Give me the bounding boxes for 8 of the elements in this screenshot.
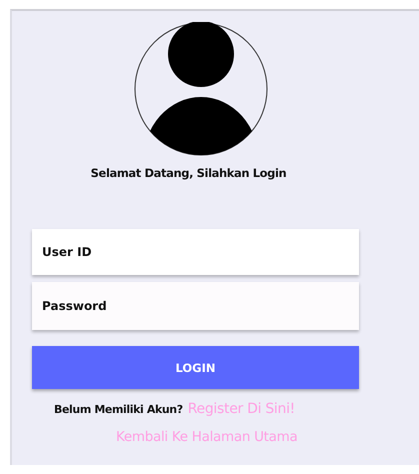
- password-field[interactable]: Password: [32, 282, 359, 330]
- greeting-text: Selamat Datang, Silahkan Login: [90, 166, 286, 180]
- home-link[interactable]: Kembali Ke Halaman Utama: [116, 429, 298, 445]
- login-button[interactable]: LOGIN: [32, 346, 359, 389]
- user-id-field[interactable]: User ID: [32, 229, 359, 275]
- user-avatar-icon: [134, 22, 268, 156]
- register-prompt: Belum Memiliki Akun?: [54, 403, 183, 416]
- register-link[interactable]: Register Di Sini!: [188, 401, 295, 417]
